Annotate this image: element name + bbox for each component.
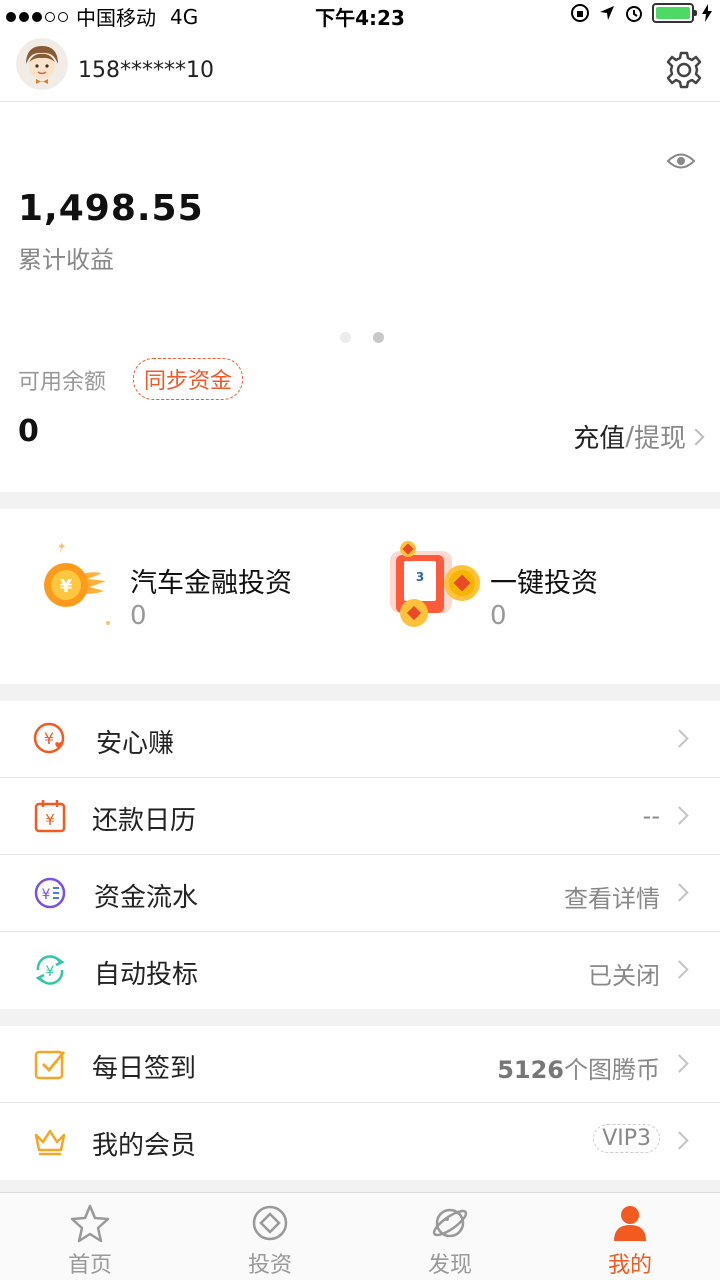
recharge-label[interactable]: 充值 bbox=[573, 418, 625, 455]
menu-item-fund-flow[interactable]: ¥ 资金流水 查看详情 bbox=[0, 855, 720, 932]
separator-slash: / bbox=[625, 421, 634, 452]
alarm-icon bbox=[626, 6, 642, 22]
menu-item-auto-bid[interactable]: ¥ 自动投标 已关闭 bbox=[0, 932, 720, 1009]
status-right bbox=[570, 3, 712, 23]
tab-discover[interactable]: 发现 bbox=[360, 1193, 540, 1280]
settings-gear-icon[interactable] bbox=[664, 50, 704, 90]
bank-coins-icon: 3 bbox=[390, 541, 480, 627]
menu-item-daily-checkin[interactable]: 每日签到 5126个图腾币 bbox=[0, 1026, 720, 1103]
svg-text:¥: ¥ bbox=[45, 811, 55, 829]
rewards-menu-group: 每日签到 5126个图腾币 我的会员 VIP3 bbox=[0, 1026, 720, 1180]
profile-header: 158******10 bbox=[0, 30, 720, 102]
menu-item-value: 已关闭 bbox=[588, 962, 660, 990]
checkin-checkbox-icon bbox=[34, 1050, 66, 1080]
menu-item-label: 自动投标 bbox=[94, 960, 199, 990]
svg-text:¥: ¥ bbox=[44, 729, 54, 748]
auto-finance-invest-value: 0 bbox=[130, 601, 147, 631]
fund-flow-icon: ¥ bbox=[34, 877, 66, 909]
menu-item-label: 安心赚 bbox=[96, 729, 175, 759]
battery-icon bbox=[652, 3, 697, 23]
crown-icon bbox=[34, 1129, 66, 1156]
tab-mine[interactable]: 我的 bbox=[540, 1193, 720, 1280]
svg-text:¥: ¥ bbox=[42, 887, 51, 903]
menu-item-value: VIP3 bbox=[593, 1123, 660, 1153]
avatar[interactable] bbox=[16, 38, 68, 90]
phone-number: 158******10 bbox=[78, 58, 214, 83]
chevron-right-icon bbox=[670, 1054, 689, 1073]
coin-speed-icon: ¥ bbox=[44, 542, 110, 625]
chevron-right-icon bbox=[670, 1131, 689, 1150]
menu-item-repayment-calendar[interactable]: ¥ 还款日历 -- bbox=[0, 778, 720, 855]
chevron-right-icon bbox=[670, 960, 689, 979]
menu-item-label: 每日签到 bbox=[92, 1054, 197, 1084]
menu-item-value: 查看详情 bbox=[564, 885, 660, 913]
menu-item-value: 5126个图腾币 bbox=[497, 1050, 660, 1085]
tab-invest[interactable]: 投资 bbox=[180, 1193, 360, 1280]
auto-finance-invest-title: 汽车金融投资 bbox=[130, 568, 292, 599]
page-dot bbox=[340, 332, 351, 343]
available-balance-label: 可用余额 bbox=[18, 370, 107, 395]
orientation-lock-icon bbox=[571, 4, 589, 22]
totem-coin-count: 5126 bbox=[497, 1056, 564, 1084]
status-bar: 中国移动 4G 下午4:23 bbox=[0, 0, 720, 30]
available-balance-value: 0 bbox=[18, 414, 39, 449]
charging-icon bbox=[702, 4, 712, 22]
planet-icon bbox=[432, 1208, 468, 1238]
svg-text:3: 3 bbox=[416, 570, 424, 584]
invest-card: ¥ 汽车金融投资 0 3 一键投资 0 bbox=[0, 509, 720, 684]
tab-label: 发现 bbox=[427, 1253, 472, 1278]
user-person-icon bbox=[614, 1206, 646, 1241]
vip-level-badge: VIP3 bbox=[593, 1124, 660, 1153]
chevron-right-icon bbox=[670, 729, 689, 748]
totem-coin-unit: 个图腾币 bbox=[564, 1056, 660, 1084]
one-click-invest-value: 0 bbox=[490, 601, 507, 631]
chevron-right-icon bbox=[670, 883, 689, 902]
tab-label: 首页 bbox=[67, 1253, 112, 1278]
diamond-circle-icon bbox=[252, 1205, 288, 1241]
location-arrow-icon bbox=[600, 6, 614, 20]
menu-item-value: -- bbox=[642, 802, 660, 830]
recharge-withdraw-link[interactable]: 充值 / 提现 bbox=[573, 418, 705, 455]
menu-item-my-membership[interactable]: 我的会员 VIP3 bbox=[0, 1103, 720, 1180]
svg-text:¥: ¥ bbox=[46, 964, 55, 980]
yen-heart-icon: ¥ bbox=[33, 722, 65, 754]
chevron-right-icon bbox=[687, 428, 705, 445]
tab-label: 投资 bbox=[247, 1253, 292, 1278]
auto-bid-refresh-icon: ¥ bbox=[35, 955, 65, 985]
total-earnings-label: 累计收益 bbox=[18, 246, 114, 274]
total-earnings-value: 1,498.55 bbox=[18, 188, 204, 229]
menu-item-label: 资金流水 bbox=[94, 883, 199, 913]
calendar-yen-icon: ¥ bbox=[34, 800, 66, 833]
tab-label: 我的 bbox=[607, 1253, 652, 1278]
one-click-invest-title: 一键投资 bbox=[490, 568, 598, 599]
star-icon bbox=[70, 1204, 110, 1243]
menu-item-label: 还款日历 bbox=[92, 806, 197, 836]
chevron-right-icon bbox=[670, 806, 689, 825]
menu-item-anxinzhuan[interactable]: ¥ 安心赚 bbox=[0, 701, 720, 778]
sync-funds-button[interactable]: 同步资金 bbox=[133, 358, 244, 400]
earnings-card: 1,498.55 累计收益 可用余额 同步资金 0 充值 / 提现 bbox=[0, 102, 720, 492]
svg-text:¥: ¥ bbox=[60, 576, 73, 597]
tab-home[interactable]: 首页 bbox=[0, 1193, 180, 1280]
menu-item-label: 我的会员 bbox=[92, 1131, 197, 1161]
account-menu-group: ¥ 安心赚 ¥ 还款日历 -- ¥ 资金流水 查看详情 ¥ 自动投标 已关闭 bbox=[0, 701, 720, 1009]
eye-visibility-icon[interactable] bbox=[666, 150, 696, 172]
bottom-tab-bar: 首页 投资 发现 我的 bbox=[0, 1192, 720, 1280]
page-dot-active bbox=[373, 332, 384, 343]
withdraw-label[interactable]: 提现 bbox=[634, 418, 686, 455]
page-indicator bbox=[340, 332, 384, 343]
